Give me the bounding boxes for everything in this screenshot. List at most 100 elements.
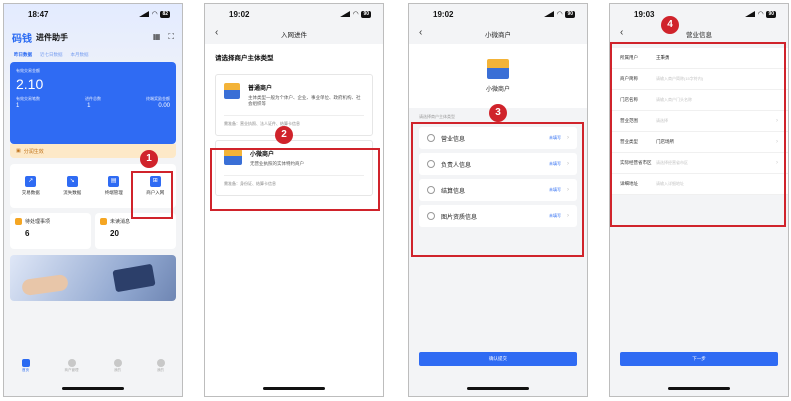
- todo-label: 未读消息: [110, 219, 131, 225]
- back-arrow-icon[interactable]: ‹: [620, 27, 623, 38]
- merchant-hero: 小微商户: [409, 44, 587, 108]
- pending-items-card[interactable]: 待处理事项 6: [10, 213, 91, 249]
- home-indicator: [263, 387, 325, 390]
- confirm-submit-button[interactable]: 确认提交: [419, 352, 577, 366]
- wifi-icon: ◠: [758, 11, 764, 18]
- signal-icon: [745, 11, 756, 17]
- total-label: 有效交易金额: [16, 68, 40, 73]
- card-desc: 主体类型一般为个体户、企业、事业单位、政府机构、社会组织等: [248, 95, 361, 107]
- callout-badge-2: 2: [275, 126, 293, 144]
- home-indicator: [62, 387, 124, 390]
- bottom-tabbar: 首页 商户管理 我的 我的: [4, 354, 182, 378]
- merchant-tab-icon: [67, 359, 76, 367]
- tab-profile[interactable]: 我的: [156, 359, 165, 373]
- todo-label: 待处理事项: [25, 219, 51, 225]
- hero-label: 小微商户: [485, 87, 510, 93]
- status-icons: ◠ 90: [544, 10, 575, 18]
- menu-label: 流失数据: [63, 190, 82, 195]
- stat-value: 1: [87, 103, 91, 109]
- signal-icon: [139, 11, 150, 17]
- app-logo: 码钱: [12, 33, 32, 45]
- pending-icon: [15, 218, 22, 225]
- back-arrow-icon[interactable]: ‹: [215, 27, 218, 38]
- stat-label: 终端奖励金额: [146, 96, 170, 101]
- app-header: 码钱 进件助手 ▦ ⛶: [4, 24, 182, 50]
- merchant-type-content: 请选择商户主体类型 普通商户 主体类型一般为个体户、企业、事业单位、政府机构、社…: [205, 44, 383, 396]
- status-bar: 19:03 ◠ 90: [610, 4, 788, 24]
- nav-bar: ‹ 小微商户: [409, 24, 587, 44]
- back-arrow-icon[interactable]: ‹: [419, 27, 422, 38]
- promo-banner[interactable]: [10, 255, 176, 301]
- home-indicator: [467, 387, 529, 390]
- tab-label: 我的: [114, 368, 121, 372]
- todo-count: 6: [25, 229, 30, 238]
- todo-count: 20: [110, 229, 119, 238]
- callout-badge-1: 1: [140, 150, 158, 168]
- header-actions: ▦ ⛶: [153, 32, 174, 42]
- menu-loss-data[interactable]: ↘ 流失数据: [63, 176, 81, 196]
- chart-icon: ↗: [25, 176, 37, 187]
- stat-value: 0.00: [158, 103, 170, 109]
- stats-card: 有效交易金额 2.10 有效交易笔数 进件总数 终端奖励金额 1 1 0.00: [10, 62, 176, 144]
- battery-badge: 90: [766, 10, 776, 18]
- stats-labels: 有效交易笔数 进件总数 终端奖励金额: [16, 96, 170, 102]
- tab-yesterday[interactable]: 昨日数据: [14, 52, 32, 58]
- qr-code-icon[interactable]: ▦: [153, 32, 161, 42]
- wifi-icon: ◠: [353, 11, 359, 18]
- tab-label: 商户管理: [64, 368, 79, 372]
- status-bar: 18:47 ◠ 82: [4, 4, 182, 24]
- regular-merchant-card[interactable]: 普通商户 主体类型一般为个体户、企业、事业单位、政府机构、社会组织等 需准备：营…: [215, 74, 373, 137]
- stats-values: 1 1 0.00: [16, 103, 170, 109]
- callout-box-2: [210, 148, 380, 211]
- bank-card-illustration: [112, 263, 156, 293]
- callout-box-1: [131, 171, 173, 219]
- store-icon: [224, 83, 240, 99]
- wifi-icon: ◠: [152, 11, 158, 18]
- status-time: 19:03: [634, 9, 655, 19]
- callout-box-3: [411, 122, 584, 257]
- terminal-icon: ▤: [108, 176, 120, 187]
- tutorial-stage: 18:47 ◠ 82 码钱 进件助手 ▦ ⛶ 昨日数据 近七日数据 本月数据 有…: [0, 0, 791, 401]
- card-prep: 需准备：营业执照、法人证件、结算卡信息: [224, 115, 364, 127]
- tab-seven-days[interactable]: 近七日数据: [40, 52, 63, 58]
- coin-icon: ▣: [16, 148, 21, 154]
- message-icon: [100, 218, 107, 225]
- stat-label: 进件总数: [85, 96, 101, 101]
- scan-icon[interactable]: ⛶: [168, 32, 174, 42]
- trend-icon: ↘: [66, 176, 78, 187]
- profit-share-label: 分润生效: [23, 148, 44, 155]
- hand-illustration: [21, 273, 69, 297]
- callout-box-4: [610, 42, 786, 227]
- stat-value: 1: [16, 103, 20, 109]
- callout-badge-4: 4: [661, 16, 679, 34]
- status-time: 19:02: [433, 9, 454, 19]
- battery-badge: 90: [361, 10, 371, 18]
- nav-bar: ‹ 入网进件: [205, 24, 383, 44]
- menu-label: 终端管理: [104, 190, 123, 195]
- store-icon: [487, 59, 509, 79]
- tab-merchants[interactable]: 商户管理: [65, 359, 79, 373]
- tab-label: 首页: [22, 368, 29, 372]
- status-icons: ◠ 90: [340, 10, 371, 18]
- wifi-icon: ◠: [557, 11, 563, 18]
- menu-trade-data[interactable]: ↗ 交易数据: [22, 176, 40, 196]
- tab-home[interactable]: 首页: [21, 359, 30, 373]
- menu-terminal[interactable]: ▤ 终端管理: [105, 176, 123, 196]
- tab-mine[interactable]: 我的: [113, 359, 122, 373]
- wallet-icon: [113, 359, 122, 367]
- status-time: 18:47: [28, 9, 49, 19]
- battery-badge: 82: [160, 10, 170, 18]
- home-icon: [21, 359, 30, 367]
- section-title: 请选择商户主体类型: [205, 44, 383, 70]
- user-icon: [156, 359, 165, 367]
- nav-title: 营业信息: [686, 32, 712, 39]
- card-title: 普通商户: [248, 86, 273, 92]
- next-step-button[interactable]: 下一步: [620, 352, 778, 366]
- status-bar: 19:02 ◠ 90: [205, 4, 383, 24]
- status-bar: 19:02 ◠ 90: [409, 4, 587, 24]
- tab-label: 我的: [157, 368, 164, 372]
- battery-badge: 90: [565, 10, 575, 18]
- data-range-tabs: 昨日数据 近七日数据 本月数据: [4, 50, 182, 60]
- tab-this-month[interactable]: 本月数据: [71, 52, 89, 58]
- signal-icon: [340, 11, 351, 17]
